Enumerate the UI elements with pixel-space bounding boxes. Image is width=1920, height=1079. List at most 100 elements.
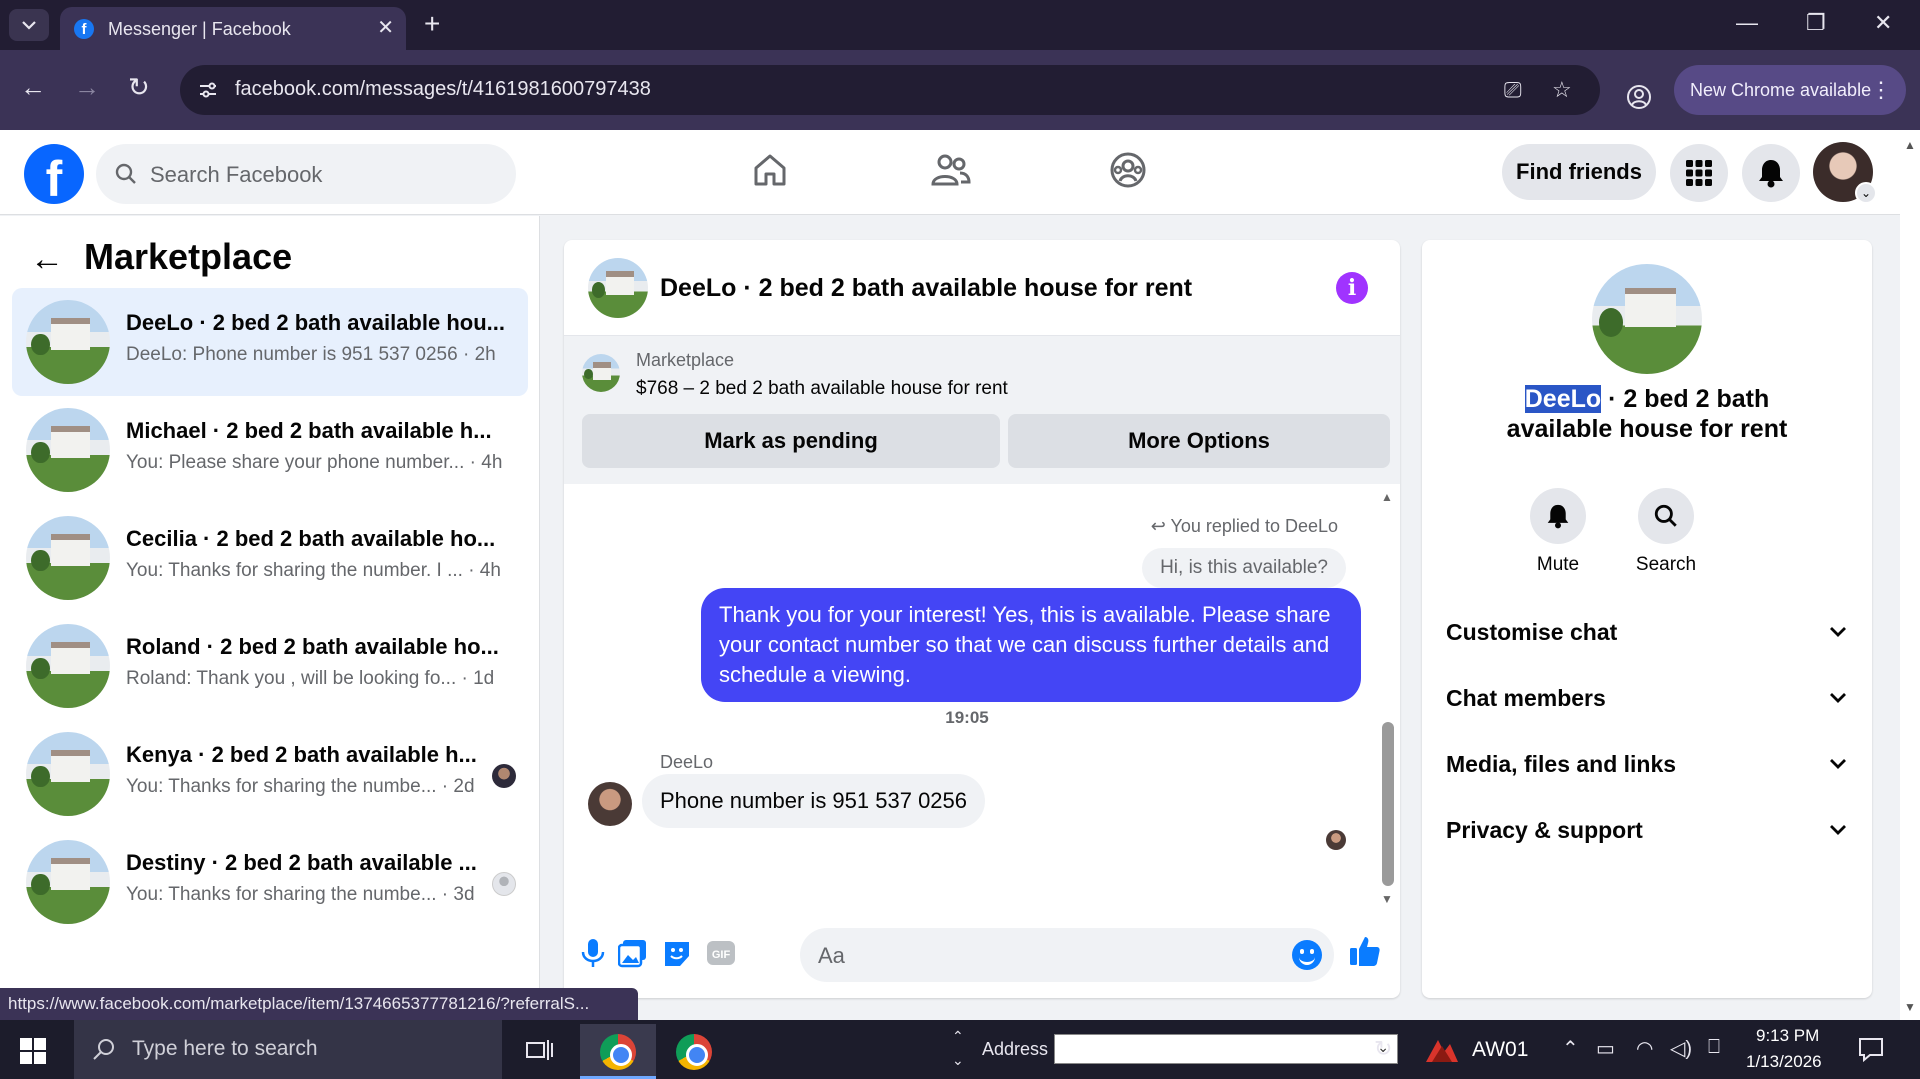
scroll-down-icon[interactable]: ▼ <box>1904 1000 1916 1014</box>
photo-icon[interactable] <box>618 938 648 968</box>
address-refresh-icon[interactable]: ↻ <box>1374 1036 1392 1062</box>
listing-thumbnail[interactable] <box>588 258 648 318</box>
conversation-item[interactable]: Cecilia · 2 bed 2 bath available ho... Y… <box>12 504 528 612</box>
facebook-search-input[interactable]: Search Facebook <box>96 144 516 204</box>
more-options-button[interactable]: More Options <box>1008 414 1390 468</box>
clock-time[interactable]: 9:13 PM <box>1756 1026 1819 1046</box>
reload-icon[interactable]: ↻ <box>128 72 150 103</box>
link-status-bar: https://www.facebook.com/marketplace/ite… <box>0 988 638 1020</box>
media-files-links-section[interactable]: Media, files and links <box>1446 744 1848 784</box>
minimize-icon[interactable]: — <box>1736 10 1758 36</box>
chrome-taskbar-app[interactable] <box>580 1024 656 1079</box>
notifications-button[interactable] <box>1742 144 1800 202</box>
device-icon[interactable]: ⎕ <box>1708 1036 1720 1059</box>
message-input[interactable]: Aa <box>800 928 1334 982</box>
site-info-icon[interactable] <box>196 78 220 102</box>
account-avatar[interactable]: ⌄ <box>1813 142 1877 204</box>
scroll-up-icon[interactable]: ▲ <box>1381 490 1393 504</box>
find-friends-button[interactable]: Find friends <box>1502 144 1656 200</box>
chat-window: DeeLo · 2 bed 2 bath available house for… <box>564 240 1400 998</box>
notification-center-icon[interactable] <box>1858 1036 1884 1062</box>
search-circle[interactable] <box>1638 488 1694 544</box>
incoming-message-bubble[interactable]: Phone number is 951 537 0256 <box>642 774 986 828</box>
conversation-item[interactable]: Kenya · 2 bed 2 bath available h... You:… <box>12 720 528 828</box>
install-app-icon[interactable]: ⎚ <box>1504 77 1522 103</box>
aw-label: AW01 <box>1472 1038 1529 1061</box>
home-icon[interactable] <box>750 150 790 190</box>
chrome-taskbar-app-2[interactable] <box>656 1024 732 1079</box>
conversation-name: Roland · 2 bed 2 bath available ho... <box>126 634 499 659</box>
new-chrome-available-button[interactable]: New Chrome available ⋮ <box>1674 65 1906 115</box>
wifi-icon[interactable]: ◠ <box>1636 1036 1653 1061</box>
mark-as-pending-button[interactable]: Mark as pending <box>582 414 1000 468</box>
clock-date[interactable]: 1/13/2026 <box>1746 1052 1822 1072</box>
listing-thumbnail[interactable] <box>1592 264 1702 374</box>
bell-icon <box>1759 160 1783 188</box>
mute-button[interactable]: Mute <box>1518 488 1598 576</box>
taskbar-search-box[interactable]: Type here to search <box>74 1020 502 1079</box>
aw-app-icon[interactable] <box>1424 1034 1460 1066</box>
menu-button[interactable] <box>1670 144 1728 202</box>
bookmark-star-icon[interactable]: ☆ <box>1552 77 1572 103</box>
restore-icon[interactable]: ❐ <box>1806 10 1826 36</box>
outgoing-message-bubble[interactable]: Thank you for your interest! Yes, this i… <box>701 588 1361 702</box>
address-toolbar-scroll-icon[interactable]: ⌃ ⌄ <box>952 1024 964 1072</box>
search-in-chat-button[interactable]: Search <box>1626 488 1706 576</box>
chat-scrollbar[interactable]: ▲ ▼ <box>1381 490 1394 906</box>
marketplace-label: Marketplace <box>636 350 735 370</box>
account-chevron-icon[interactable]: ⌄ <box>1855 182 1877 204</box>
scrollbar-thumb[interactable] <box>1382 722 1394 886</box>
scroll-up-icon[interactable]: ▲ <box>1904 138 1916 152</box>
forward-icon[interactable]: → <box>74 72 100 103</box>
scroll-down-icon[interactable]: ▼ <box>1381 892 1393 906</box>
info-icon[interactable]: i <box>1336 272 1368 304</box>
conversation-preview: You: Thanks for sharing the number. I ..… <box>126 560 501 581</box>
chrome-menu-icon[interactable]: ⋮ <box>1870 65 1892 115</box>
conversation-item[interactable]: Roland · 2 bed 2 bath available ho... Ro… <box>12 612 528 720</box>
emoji-icon[interactable] <box>1292 940 1322 970</box>
conversation-item[interactable]: Michael · 2 bed 2 bath available h... Yo… <box>12 396 528 504</box>
facebook-logo-icon[interactable]: f <box>24 144 84 204</box>
conversation-item[interactable]: DeeLo · 2 bed 2 bath available hou... De… <box>12 288 528 396</box>
microphone-icon[interactable] <box>580 938 606 968</box>
battery-icon[interactable]: ▭ <box>1596 1036 1615 1061</box>
highlighted-seller-name: DeeLo <box>1524 385 1602 413</box>
mute-circle[interactable] <box>1530 488 1586 544</box>
friends-icon[interactable] <box>928 150 972 190</box>
listing-price-title[interactable]: $768 – 2 bed 2 bath available house for … <box>636 378 1008 400</box>
privacy-support-section[interactable]: Privacy & support <box>1446 810 1848 850</box>
tab-close-icon[interactable]: ✕ <box>377 15 394 40</box>
message-composer: GIF Aa <box>564 908 1400 998</box>
tray-overflow-icon[interactable]: ⌃ <box>1562 1036 1579 1061</box>
back-icon[interactable]: ← <box>20 72 46 103</box>
chrome-icon <box>676 1034 712 1070</box>
groups-icon[interactable] <box>1108 150 1148 190</box>
svg-text:GIF: GIF <box>712 949 731 961</box>
address-toolbar-input[interactable]: ⌄ <box>1054 1034 1398 1064</box>
sender-avatar[interactable] <box>588 782 632 826</box>
page-scrollbar[interactable]: ▲ ▼ <box>1900 130 1920 1020</box>
chat-title[interactable]: DeeLo · 2 bed 2 bath available house for… <box>660 274 1192 303</box>
back-arrow-icon[interactable]: ← <box>30 240 64 279</box>
close-window-icon[interactable]: ✕ <box>1874 10 1892 36</box>
task-view-icon[interactable] <box>526 1038 554 1062</box>
browser-tab[interactable]: f Messenger | Facebook ✕ <box>60 7 406 50</box>
new-tab-button[interactable]: + <box>424 10 440 38</box>
tab-search-button[interactable] <box>9 9 49 41</box>
listing-thumbnail <box>26 516 110 600</box>
chat-members-section[interactable]: Chat members <box>1446 678 1848 718</box>
search-placeholder: Search Facebook <box>150 162 323 187</box>
thumbs-up-icon[interactable] <box>1348 934 1382 968</box>
default-avatar-icon <box>492 872 516 896</box>
windows-start-icon[interactable] <box>20 1038 46 1064</box>
conversation-item[interactable]: Destiny · 2 bed 2 bath available ... You… <box>12 828 528 936</box>
address-bar[interactable]: facebook.com/messages/t/4161981600797438… <box>180 65 1600 115</box>
profile-icon[interactable] <box>1625 83 1653 111</box>
customise-chat-section[interactable]: Customise chat <box>1446 612 1848 652</box>
listing-thumbnail[interactable] <box>582 354 620 392</box>
volume-icon[interactable]: ◁) <box>1670 1036 1692 1061</box>
facebook-favicon-icon: f <box>74 19 94 39</box>
quoted-message[interactable]: Hi, is this available? <box>1142 548 1346 588</box>
sticker-icon[interactable] <box>662 938 692 968</box>
gif-icon[interactable]: GIF <box>706 938 736 968</box>
